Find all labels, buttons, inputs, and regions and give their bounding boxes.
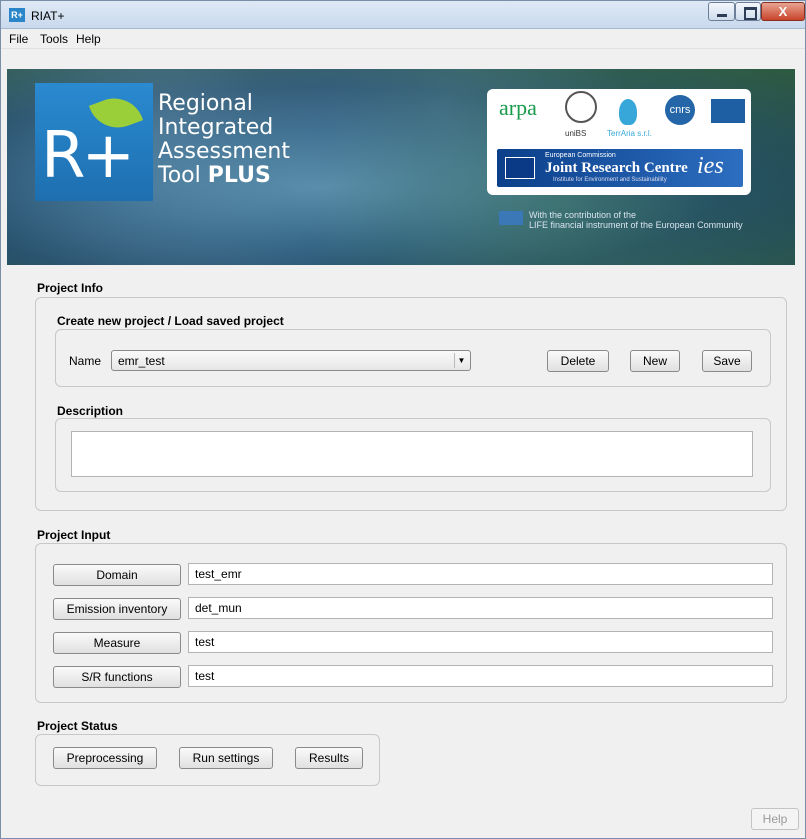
- terraria-icon: [619, 99, 637, 125]
- eu-flag-icon: [505, 157, 535, 179]
- header-banner: R+ Regional Integrated Assessment Tool P…: [7, 69, 795, 265]
- menu-file[interactable]: File: [9, 32, 28, 46]
- sr-functions-field[interactable]: test: [188, 665, 773, 687]
- project-name-select[interactable]: emr_test ▼: [111, 350, 471, 371]
- app-window: R+ RIAT+ X File Tools Help R+ Regional I…: [0, 0, 806, 839]
- window-title: RIAT+: [31, 9, 65, 23]
- domain-value: test_emr: [195, 567, 242, 581]
- new-button[interactable]: New: [630, 350, 680, 372]
- jrc-logo: European Commission Joint Research Centr…: [497, 149, 743, 187]
- riat-logo: R+: [35, 83, 153, 201]
- terraria-logo: TerrAria s.r.l.: [607, 129, 652, 138]
- close-button[interactable]: X: [761, 2, 805, 21]
- banner-title-line1: Regional: [158, 91, 253, 116]
- banner-title-tool: Tool: [158, 163, 201, 188]
- name-label: Name: [69, 354, 102, 368]
- maximize-button[interactable]: [735, 2, 761, 21]
- banner-title-plus: PLUS: [207, 163, 271, 188]
- jrc-subtitle: Institute for Environment and Sustainabi…: [553, 177, 667, 183]
- project-input-title: Project Input: [37, 528, 111, 542]
- app-icon: R+: [9, 8, 25, 22]
- arpa-logo: arpa: [499, 95, 537, 120]
- project-info-title: Project Info: [37, 281, 104, 295]
- university-logo: [711, 99, 745, 123]
- banner-title-line2: Integrated: [158, 115, 274, 140]
- save-button[interactable]: Save: [702, 350, 752, 372]
- partner-logos: arpa uniBS TerrAria s.r.l. cnrs European…: [487, 89, 751, 195]
- cnrs-logo: cnrs: [665, 95, 695, 125]
- menu-tools[interactable]: Tools: [40, 32, 68, 46]
- run-settings-button[interactable]: Run settings: [179, 747, 273, 769]
- measure-value: test: [195, 635, 215, 649]
- menu-help[interactable]: Help: [76, 32, 101, 46]
- emission-inventory-button[interactable]: Emission inventory: [53, 598, 181, 620]
- logo-text: R+: [41, 119, 135, 193]
- measure-button[interactable]: Measure: [53, 632, 181, 654]
- emission-inventory-value: det_mun: [195, 601, 242, 615]
- preprocessing-button[interactable]: Preprocessing: [53, 747, 157, 769]
- emission-inventory-field[interactable]: det_mun: [188, 597, 773, 619]
- minimize-button[interactable]: [708, 2, 735, 21]
- project-status-title: Project Status: [37, 719, 118, 733]
- description-title: Description: [57, 404, 124, 418]
- results-button[interactable]: Results: [295, 747, 363, 769]
- unibs-seal-icon: [565, 91, 597, 123]
- close-icon: X: [778, 4, 788, 19]
- jrc-small-text: European Commission: [545, 152, 616, 159]
- title-bar[interactable]: R+ RIAT+ X: [1, 1, 805, 29]
- chevron-down-icon[interactable]: ▼: [454, 353, 468, 368]
- ies-logo: ies: [697, 153, 724, 179]
- domain-button[interactable]: Domain: [53, 564, 181, 586]
- project-name-value: emr_test: [118, 354, 165, 368]
- banner-title-line3: Assessment: [158, 139, 290, 164]
- delete-button[interactable]: Delete: [547, 350, 609, 372]
- life-line-2: LIFE financial instrument of the Europea…: [529, 220, 743, 230]
- domain-field[interactable]: test_emr: [188, 563, 773, 585]
- sr-functions-button[interactable]: S/R functions: [53, 666, 181, 688]
- menu-bar: File Tools Help: [1, 29, 805, 49]
- life-line-1: With the contribution of the: [529, 210, 637, 220]
- sr-functions-value: test: [195, 669, 215, 683]
- jrc-name: Joint Research Centre: [545, 160, 688, 176]
- life-contribution-text: With the contribution of the LIFE financ…: [529, 210, 743, 230]
- help-button[interactable]: Help: [751, 808, 799, 830]
- measure-field[interactable]: test: [188, 631, 773, 653]
- unibs-logo: uniBS: [565, 129, 587, 138]
- eu-flag-life-icon: [499, 211, 523, 225]
- banner-title-line4: Tool PLUS: [158, 165, 271, 187]
- description-field[interactable]: [71, 431, 753, 477]
- create-load-title: Create new project / Load saved project: [57, 314, 284, 328]
